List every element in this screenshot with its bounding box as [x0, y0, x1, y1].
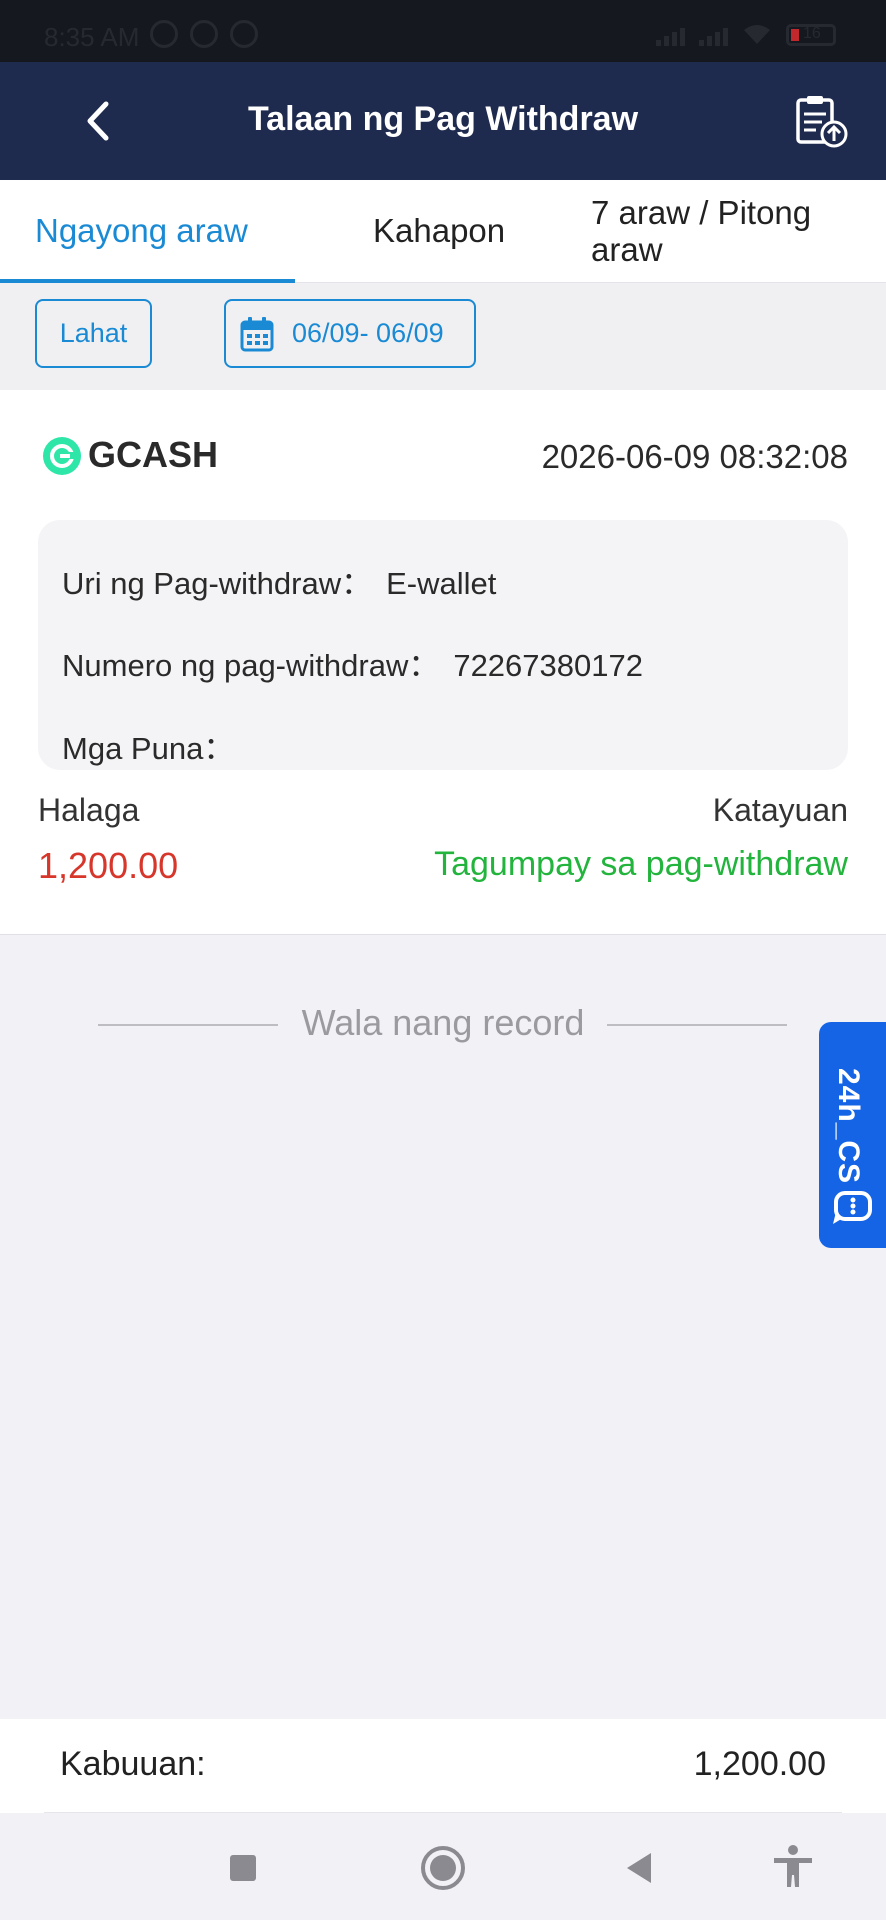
- alarm-icon: [150, 20, 178, 48]
- date-range-button[interactable]: 06/09- 06/09: [224, 299, 476, 368]
- withdraw-record: GCASH 2026-06-09 08:32:08 Uri ng Pag-wit…: [0, 390, 886, 935]
- remarks-label: Mga Puna：: [62, 731, 235, 766]
- filter-bar: Lahat 06/09- 06/09: [0, 283, 886, 390]
- payment-method-name: GCASH: [88, 434, 219, 475]
- recent-apps-icon[interactable]: [218, 1843, 268, 1893]
- battery-level: 16: [803, 25, 821, 42]
- back-triangle-icon[interactable]: [615, 1843, 665, 1893]
- tab-today[interactable]: Ngayong araw: [0, 180, 295, 283]
- total-footer: Kabuuan: 1,200.00: [0, 1719, 886, 1813]
- amount-label: Halaga: [38, 792, 140, 828]
- signal-icon-2: [699, 28, 728, 46]
- battery-icon: 16: [786, 24, 836, 46]
- chat-bubble-icon: [833, 1191, 872, 1224]
- gcash-logo-icon: [43, 437, 81, 475]
- wifi-icon: [744, 25, 770, 44]
- no-more-records: Wala nang record: [0, 1002, 886, 1046]
- withdraw-type-row: Uri ng Pag-withdraw： E-wallet: [62, 558, 496, 603]
- total-value: 1,200.00: [693, 1745, 826, 1783]
- system-navigation-bar: [0, 1813, 886, 1920]
- withdraw-type-label: Uri ng Pag-withdraw：: [62, 566, 373, 601]
- withdraw-number-value: 72267380172: [453, 648, 643, 683]
- tab-yesterday-label: Kahapon: [373, 212, 506, 249]
- tab-yesterday[interactable]: Kahapon: [295, 180, 591, 282]
- record-details: Uri ng Pag-withdraw： E-wallet Numero ng p…: [38, 520, 848, 770]
- no-more-records-text: Wala nang record: [301, 1002, 585, 1043]
- signal-icon: [656, 28, 685, 46]
- date-range-text: 06/09- 06/09: [292, 318, 444, 348]
- total-label: Kabuuan:: [60, 1745, 206, 1783]
- home-icon[interactable]: [418, 1843, 468, 1893]
- app-header: Talaan ng Pag Withdraw: [0, 62, 886, 180]
- tab-today-label: Ngayong araw: [35, 212, 248, 249]
- tab-7-days[interactable]: 7 araw / Pitong araw: [591, 180, 886, 282]
- customer-service-label: 24h_CS: [832, 1068, 865, 1185]
- divider-right: [607, 1024, 787, 1026]
- page-title: Talaan ng Pag Withdraw: [247, 100, 639, 138]
- facebook-icon: [230, 20, 258, 48]
- tab-7-days-label: 7 araw / Pitong araw: [591, 194, 812, 268]
- filter-all-button[interactable]: Lahat: [35, 299, 152, 368]
- whatsapp-icon: [190, 20, 218, 48]
- clipboard-upload-icon[interactable]: [792, 92, 850, 150]
- accessibility-icon[interactable]: [768, 1843, 818, 1893]
- withdraw-type-value: E-wallet: [386, 566, 497, 601]
- withdraw-number-row: Numero ng pag-withdraw： 72267380172: [62, 640, 643, 685]
- calendar-icon: [240, 316, 274, 351]
- remarks-row: Mga Puna：: [62, 723, 248, 768]
- status-bar: 8:35 AM 16: [0, 0, 886, 62]
- status-system-icons: 16: [656, 24, 836, 46]
- status-label: Katayuan: [712, 792, 848, 828]
- amount-value: 1,200.00: [38, 845, 179, 886]
- record-timestamp: 2026-06-09 08:32:08: [541, 438, 848, 475]
- customer-service-button[interactable]: 24h_CS: [819, 1022, 886, 1248]
- status-notification-icons: [150, 20, 258, 48]
- withdraw-number-label: Numero ng pag-withdraw：: [62, 648, 440, 683]
- status-value: Tagumpay sa pag-withdraw: [434, 845, 848, 883]
- period-tabs: Ngayong araw Kahapon 7 araw / Pitong ara…: [0, 180, 886, 283]
- status-time: 8:35 AM: [44, 22, 140, 52]
